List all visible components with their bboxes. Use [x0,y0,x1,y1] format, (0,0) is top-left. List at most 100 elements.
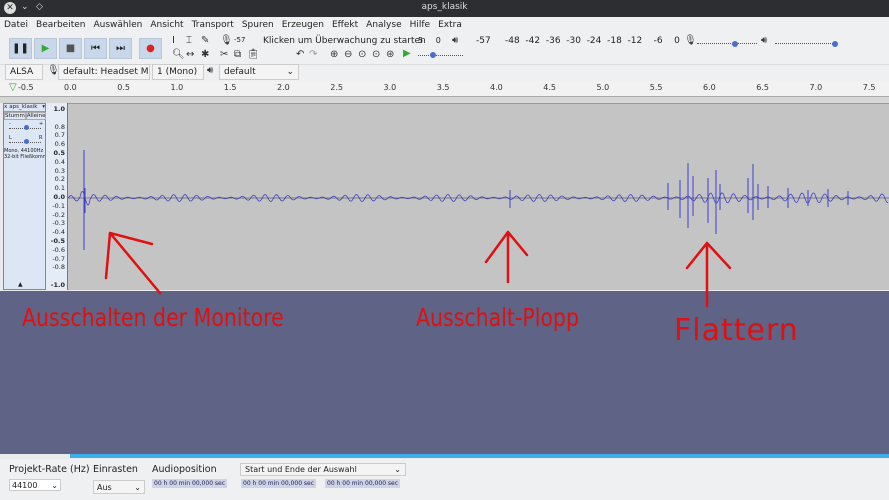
amplitude-tick: 0.2 [54,175,65,184]
fit-project-icon[interactable]: ⊙ [372,49,380,60]
draw-tool-icon[interactable]: ✎ [201,35,209,46]
ruler-tick: 6.5 [756,83,769,92]
amplitude-tick: 0.0 [53,193,65,201]
amplitude-tick: 0.8 [54,122,65,131]
skip-start-button[interactable]: ⏮ [84,38,107,59]
microphone-icon: 🎙︎ [220,35,233,46]
rec-meter-tail: 5 0 [418,36,441,45]
menu-effekt[interactable]: Effekt [328,17,362,34]
menu-erzeugen[interactable]: Erzeugen [278,17,328,34]
play-head-icon[interactable]: ▽ [9,82,17,93]
project-rate-select[interactable]: 44100 ⌄ [9,479,61,491]
amplitude-tick: -0.8 [52,263,65,272]
fit-selection-icon[interactable]: ⊙ [358,49,366,60]
skip-end-button[interactable]: ⏭ [109,38,132,59]
ruler-tick: 5.5 [649,83,663,92]
track-menu-icon[interactable]: ▾ [42,104,45,111]
input-volume-slider[interactable] [697,41,757,47]
zoom-out-icon[interactable]: ⊖ [344,49,352,60]
mute-button[interactable]: Stumm [4,112,26,120]
menu-transport[interactable]: Transport [188,17,238,34]
amplitude-tick: -0.5 [50,237,65,245]
play-button[interactable]: ▶ [34,38,57,59]
play-meter[interactable]: -57 -48 -42 -36 -30 -24 -18 -12 -6 0 [476,36,680,46]
amplitude-tick: -1.0 [50,281,65,289]
horizontal-scrollbar[interactable] [70,454,889,458]
ruler-tick: 1.5 [223,83,237,92]
project-rate-label: Projekt-Rate (Hz) [9,464,90,475]
speaker-icon: 🔊︎ [452,35,459,46]
track-name-menu[interactable]: aps_klasik [7,104,42,111]
menu-datei[interactable]: Datei [0,17,32,34]
menu-bearbeiten[interactable]: Bearbeiten [32,17,89,34]
menu-analyse[interactable]: Analyse [362,17,405,34]
ruler-tick: 3.5 [436,83,450,92]
ruler-tick: 5.0 [596,83,610,92]
track-control-panel: x aps_klasik ▾ Stumm Alleine - + LR Mono, 44… [3,103,47,290]
record-button[interactable]: ● [139,38,162,59]
input-device-select[interactable]: default: Headset Mic [58,64,150,80]
multi-tool-icon[interactable]: ✱ [201,49,209,60]
menu-ansicht[interactable]: Ansicht [146,17,187,34]
paste-icon[interactable]: 📋︎ [247,49,260,60]
rec-meter-value: -57 [234,36,246,44]
amplitude-tick: -0.3 [52,219,65,228]
amplitude-tick: -0.2 [52,210,65,219]
annotation-flattern: Flattern [674,313,799,348]
selection-tool-icon[interactable]: I [172,35,175,46]
selection-end-time[interactable]: 00 h 00 min 00,000 sec [325,479,401,488]
output-volume-slider[interactable] [775,41,838,47]
ruler-tick: 4.5 [543,83,556,92]
waveform [67,150,889,250]
collapse-track-icon[interactable]: ▲ [18,281,23,288]
zoom-in-icon[interactable]: ⊕ [330,49,338,60]
menu-hilfe[interactable]: Hilfe [406,17,434,34]
selection-start-time[interactable]: 00 h 00 min 00,000 sec [241,479,317,488]
redo-icon[interactable]: ↷ [309,49,317,60]
amplitude-tick: -0.7 [52,254,65,263]
amplitude-ruler: 1.0 0.8 0.7 0.6 0.5 0.4 0.3 0.2 0.1 0.0 -0.1 -0.2 -0… [46,103,68,290]
amplitude-tick: 1.0 [53,105,65,113]
amplitude-tick: 0.4 [54,157,65,166]
cut-icon[interactable]: ✂ [220,49,228,60]
play-speed-slider[interactable] [418,52,463,58]
ruler-tick: -0.5 [18,83,34,92]
amplitude-tick: -0.6 [52,245,65,254]
mic-volume-icon: 🎙︎ [684,35,697,46]
channels-select[interactable]: 1 (Mono) ⌄ [152,64,204,87]
output-device-select[interactable]: default ⌄ [219,64,299,80]
envelope-tool-icon[interactable]: ⌶ [186,35,192,46]
snap-label: Einrasten [93,464,138,475]
toolbar [0,34,889,64]
amplitude-tick: -0.1 [52,201,65,210]
menu-spuren[interactable]: Spuren [238,17,278,34]
zoom-toggle-icon[interactable]: ⊛ [386,49,394,60]
ruler-tick: 0.5 [117,83,130,92]
pause-button[interactable]: ❚❚ [9,38,32,59]
waveform-area[interactable] [67,103,889,290]
ruler-tick: 4.0 [490,83,503,92]
timeshift-tool-icon[interactable]: ↔ [186,49,194,60]
pan-slider[interactable]: LR [4,134,45,148]
solo-button[interactable]: Alleine [25,112,47,120]
menu-auswaehlen[interactable]: Auswählen [89,17,146,34]
menu-extra[interactable]: Extra [434,17,466,34]
stop-button[interactable]: ■ [59,38,82,59]
selection-toolbar: Projekt-Rate (Hz) 44100 ⌄ Einrasten Aus ⌄ … [0,459,889,500]
amplitude-tick: 0.7 [54,131,65,140]
annotation-monitore: Ausschalten der Monitore [22,303,284,332]
play-at-speed-button[interactable]: ▶ [403,48,411,59]
ruler-tick: 6.0 [703,83,716,92]
audio-host-select[interactable]: ALSA ⌄ [5,64,43,87]
undo-icon[interactable]: ↶ [296,49,304,60]
amplitude-tick: 0.1 [54,184,65,193]
audio-position-time[interactable]: 00 h 00 min 00,000 sec [152,479,228,488]
rec-meter[interactable]: Klicken um Überwachung zu starten [263,36,426,46]
zoom-tool-icon[interactable]: 🔍︎ [172,49,185,60]
gain-slider[interactable]: - + [4,120,45,134]
ruler-tick: 0.0 [64,83,77,92]
snap-select[interactable]: Aus ⌄ [93,480,145,494]
copy-icon[interactable]: ⧉ [234,49,241,60]
selection-mode-select[interactable]: Start und Ende der Auswahl ⌄ [240,463,406,476]
audio-position-label: Audioposition [152,464,217,475]
